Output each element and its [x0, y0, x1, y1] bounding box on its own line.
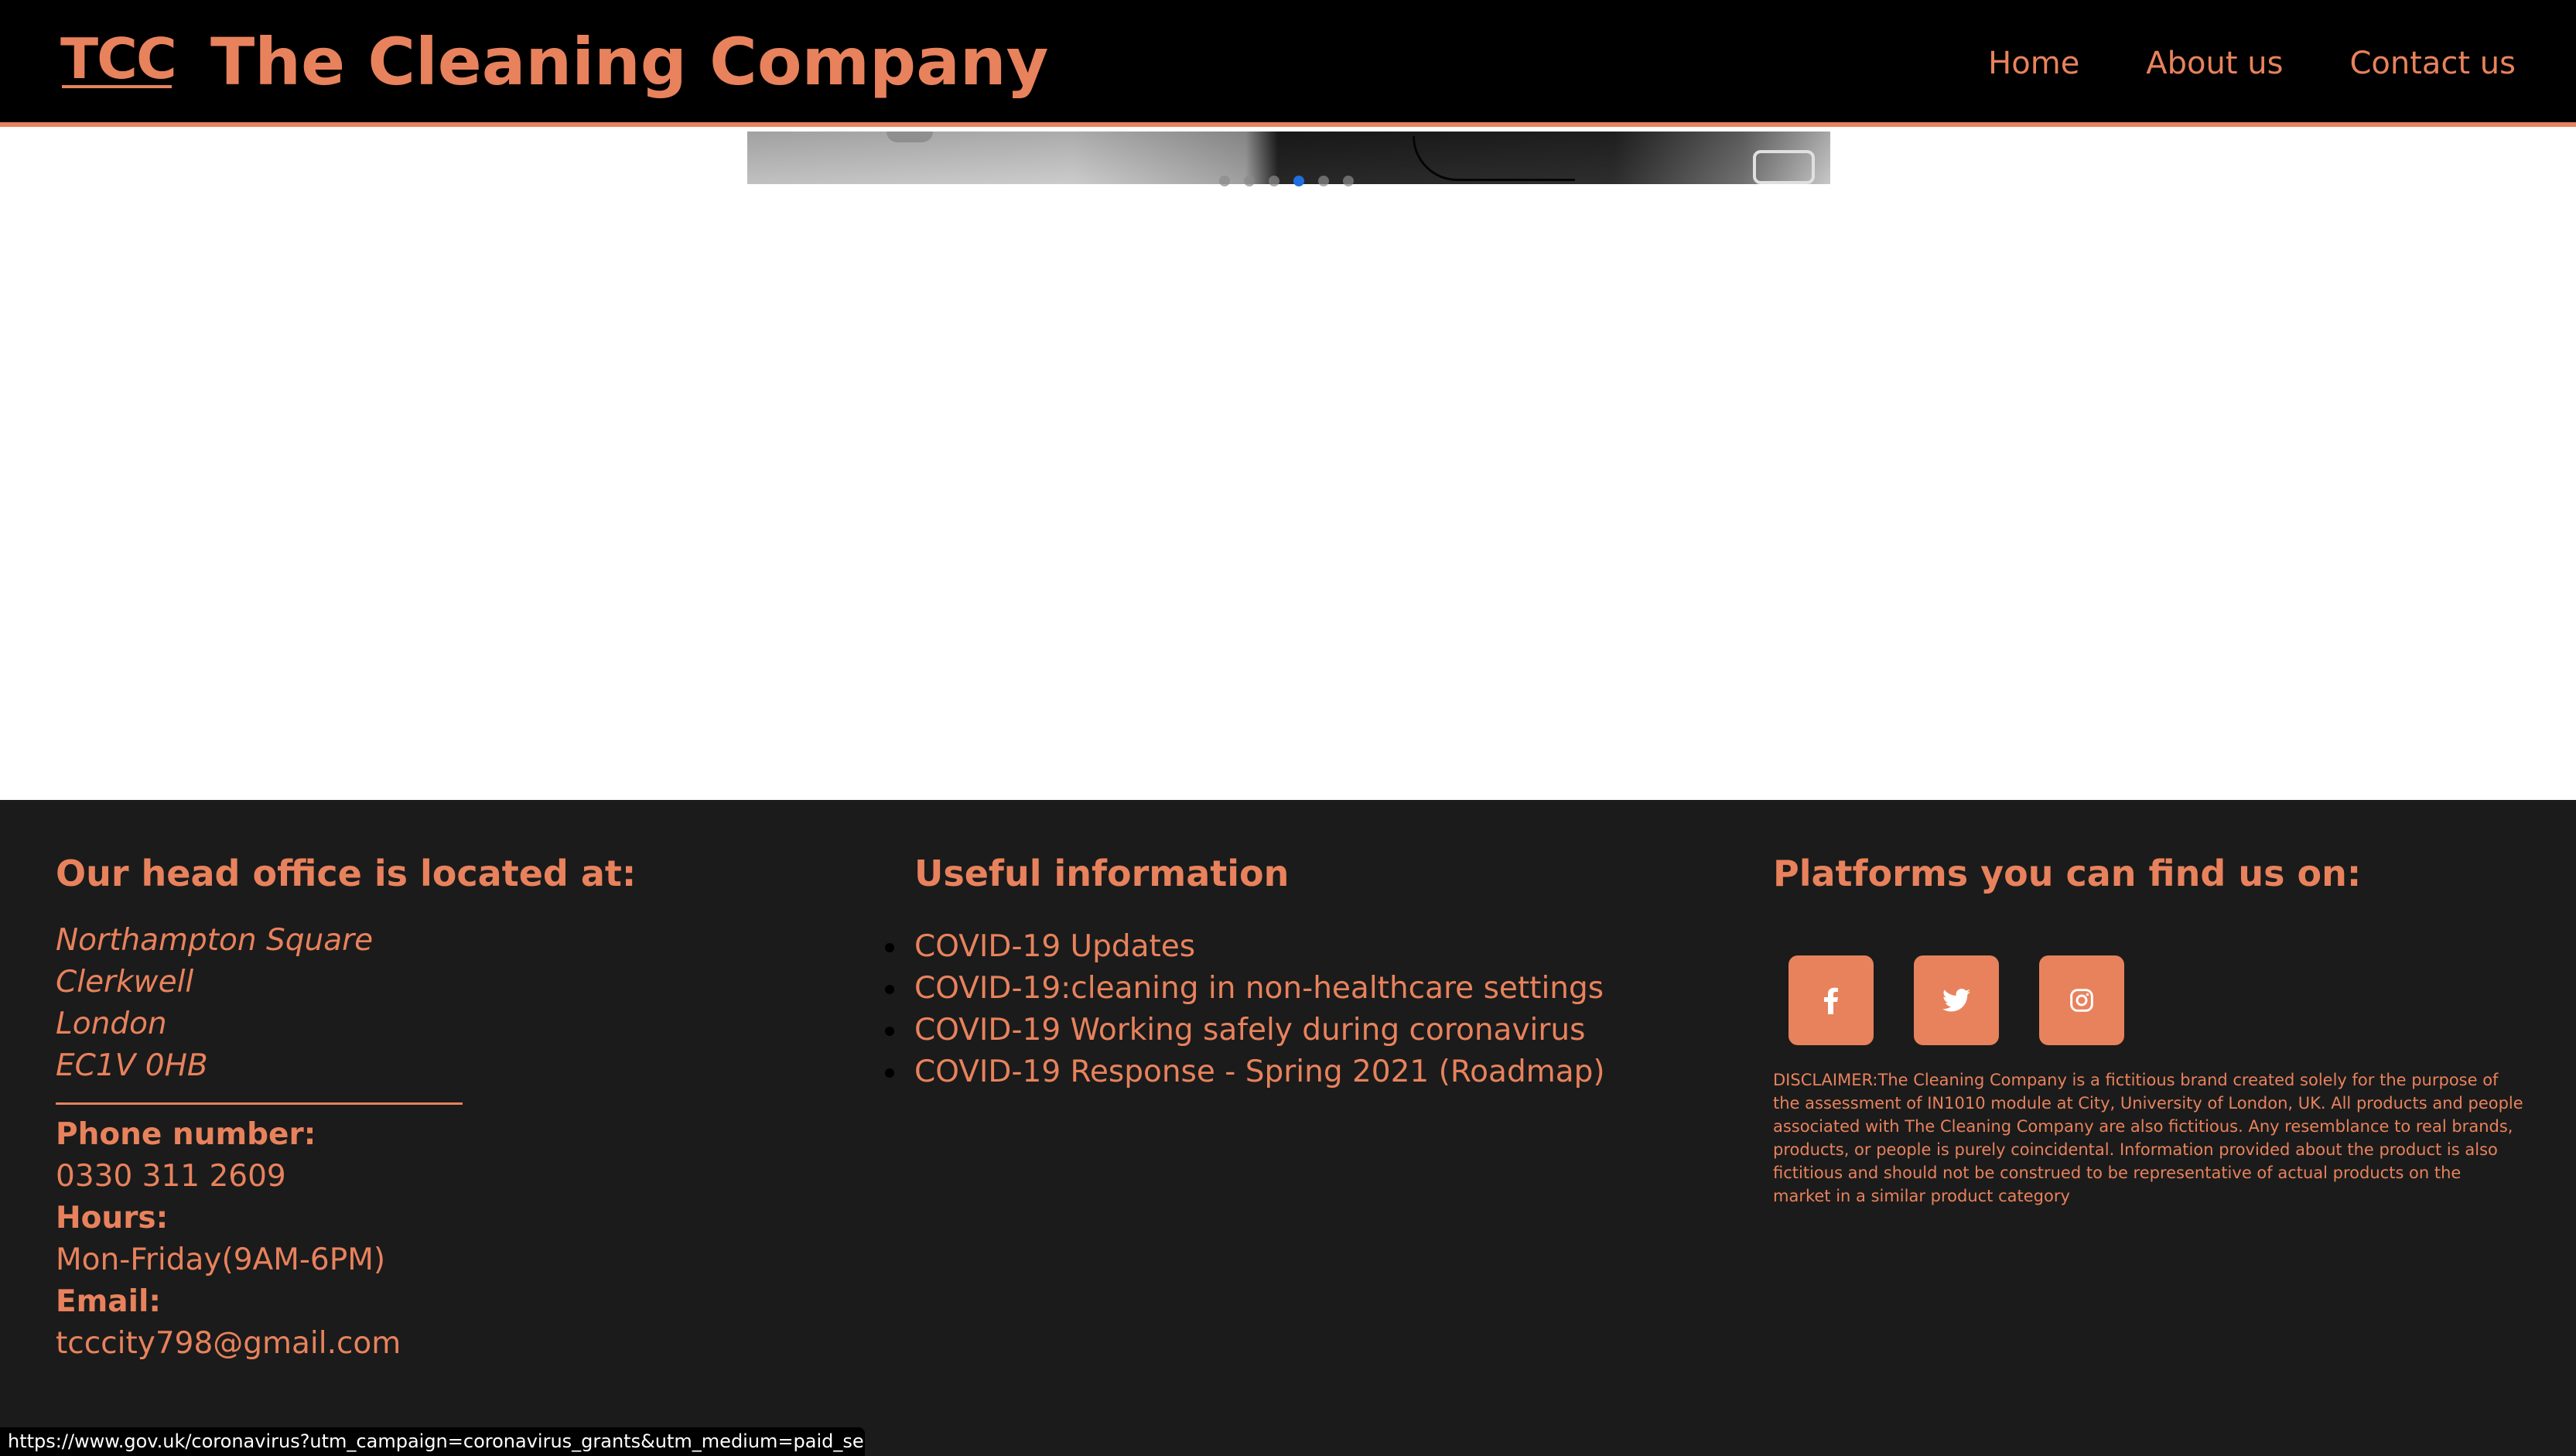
instagram-icon: [2070, 989, 2093, 1012]
covid-updates-link[interactable]: COVID-19 Updates: [914, 929, 1195, 964]
main-nav: Home About us Contact us: [1988, 45, 2516, 82]
phone-number: 0330 311 2609: [56, 1159, 286, 1195]
address-line: Clerkwell: [56, 965, 194, 1000]
twitter-icon: [1942, 989, 1970, 1012]
carousel-detail: [1753, 150, 1815, 184]
platforms-heading: Platforms you can find us on:: [1773, 853, 2362, 894]
instagram-button[interactable]: [2039, 955, 2124, 1046]
carousel-indicator-active[interactable]: [1293, 176, 1304, 186]
info-heading: Useful information: [914, 853, 1290, 894]
office-column: Our head office is located at: Northampt…: [56, 853, 814, 1365]
list-item: COVID-19 Working safely during coronavir…: [885, 1010, 1688, 1051]
site-footer: Our head office is located at: Northampt…: [0, 800, 2576, 1456]
email-label: Email:: [56, 1284, 161, 1320]
status-bar-url: https://www.gov.uk/coronavirus?utm_campa…: [0, 1427, 865, 1456]
address-line: London: [56, 1007, 167, 1042]
list-item: COVID-19 Response - Spring 2021 (Roadmap…: [885, 1051, 1688, 1093]
nav-contact-link[interactable]: Contact us: [2349, 45, 2516, 82]
address-line: EC1V 0HB: [56, 1048, 208, 1084]
covid-cleaning-link[interactable]: COVID-19:cleaning in non-healthcare sett…: [914, 971, 1604, 1006]
disclaimer-text: DISCLAIMER:The Cleaning Company is a fic…: [1773, 1071, 2523, 1206]
platforms-column: Platforms you can find us on: DISCLAIMER…: [1773, 853, 2523, 1208]
info-column: Useful information COVID-19 Updates COVI…: [885, 853, 1688, 1093]
nav-about-link[interactable]: About us: [2146, 45, 2283, 82]
address-line: Northampton Square: [56, 923, 374, 959]
office-heading: Our head office is located at:: [56, 853, 637, 894]
info-links: COVID-19 Updates COVID-19:cleaning in no…: [885, 926, 1688, 1093]
covid-working-safely-link[interactable]: COVID-19 Working safely during coronavir…: [914, 1013, 1585, 1048]
carousel-indicator[interactable]: [1244, 176, 1255, 186]
carousel-indicator[interactable]: [1269, 176, 1279, 186]
covid-roadmap-link[interactable]: COVID-19 Response - Spring 2021 (Roadmap…: [914, 1054, 1605, 1089]
carousel-detail: [887, 132, 933, 142]
brand-title: The Cleaning Company: [210, 24, 1049, 100]
site-header: TCC The Cleaning Company Home About us C…: [0, 0, 2576, 127]
nav-home-link[interactable]: Home: [1988, 45, 2079, 82]
email-value: tcccity798@gmail.com: [56, 1326, 401, 1362]
divider: [56, 1102, 463, 1106]
list-item: COVID-19:cleaning in non-healthcare sett…: [885, 968, 1688, 1010]
social-buttons: [1789, 955, 2523, 1046]
carousel-indicator[interactable]: [1219, 176, 1230, 186]
phone-label: Phone number:: [56, 1117, 316, 1153]
hours-value: Mon-Friday(9AM-6PM): [56, 1242, 386, 1278]
carousel-indicator[interactable]: [1343, 176, 1354, 186]
twitter-button[interactable]: [1914, 955, 1999, 1046]
hours-label: Hours:: [56, 1201, 169, 1236]
list-item: COVID-19 Updates: [885, 926, 1688, 968]
facebook-button[interactable]: [1789, 955, 1874, 1046]
facebook-icon: [1824, 987, 1838, 1015]
office-address: Northampton Square Clerkwell London EC1V…: [56, 920, 814, 1087]
logo-underline: [62, 85, 172, 88]
carousel-indicator[interactable]: [1318, 176, 1329, 186]
carousel-detail: [1413, 136, 1575, 181]
carousel-indicators: [1219, 176, 1354, 186]
logo[interactable]: TCC: [60, 31, 177, 87]
